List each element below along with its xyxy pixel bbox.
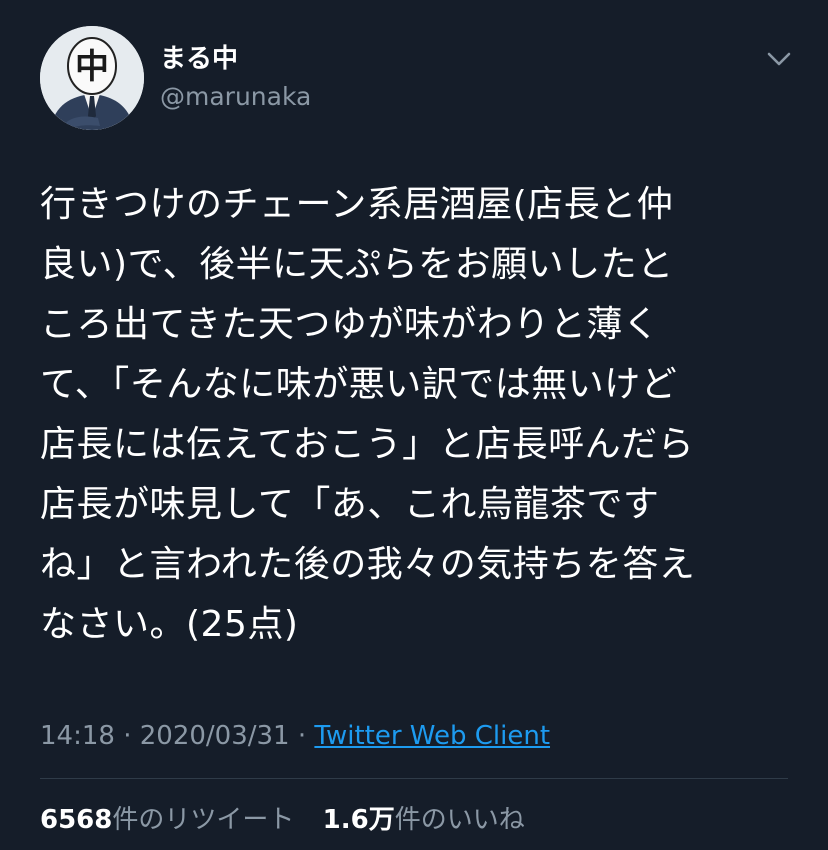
tweet-text-line: 良い)で、後半に天ぷらをお願いしたと [40, 244, 674, 285]
author-display-name[interactable]: まる中 [160, 44, 238, 74]
tweet-time: 14:18 [40, 721, 115, 751]
tweet-client-link[interactable]: Twitter Web Client [314, 721, 550, 751]
tweet-text-line: 店長には伝えておこう」と店長呼んだら [40, 424, 695, 465]
tweet-text-line: なさい。(25点) [40, 604, 299, 645]
avatar-illustration: 中 [40, 26, 144, 130]
avatar[interactable]: 中 [40, 26, 144, 130]
retweets-count: 6568 [40, 805, 113, 835]
tweet-text: 行きつけのチェーン系居酒屋(店長と仲 良い)で、後半に天ぷらをお願いしたと ころ… [40, 175, 792, 655]
tweet-detail: 中 まる中 @marunaka 行きつけのチェーン系居酒屋(店長と仲 良い)で、… [0, 0, 828, 850]
avatar-badge: 中 [75, 47, 109, 87]
tweet-meta: 14:18 · 2020/03/31 · Twitter Web Client [40, 718, 550, 754]
tweet-text-line: ね」と言われた後の我々の気持ちを答え [40, 544, 696, 585]
tweet-menu-button[interactable] [764, 44, 794, 74]
chevron-down-icon [767, 52, 791, 66]
likes-count: 1.6万 [322, 805, 395, 835]
retweets-label: 件のリツイート [112, 805, 295, 835]
likes-label: 件のいいね [394, 805, 525, 835]
tweet-text-line: ころ出てきた天つゆが味がわりと薄く [40, 304, 660, 345]
likes-stat[interactable]: 1.6万件のいいね [323, 805, 525, 835]
tweet-text-line: て、「そんなに味が悪い訳では無いけど [40, 364, 678, 405]
tweet-text-line: 行きつけのチェーン系居酒屋(店長と仲 [40, 184, 674, 225]
meta-separator: · [123, 721, 132, 751]
retweets-stat[interactable]: 6568件のリツイート [40, 805, 294, 835]
tweet-text-line: 店長が味見して「あ、これ烏龍茶です [40, 484, 660, 525]
meta-separator: · [297, 721, 307, 751]
author-handle[interactable]: @marunaka [160, 82, 311, 112]
tweet-stats: 6568件のリツイート 1.6万件のいいね [40, 802, 545, 838]
tweet-date: 2020/03/31 [139, 721, 290, 751]
divider [40, 778, 788, 779]
